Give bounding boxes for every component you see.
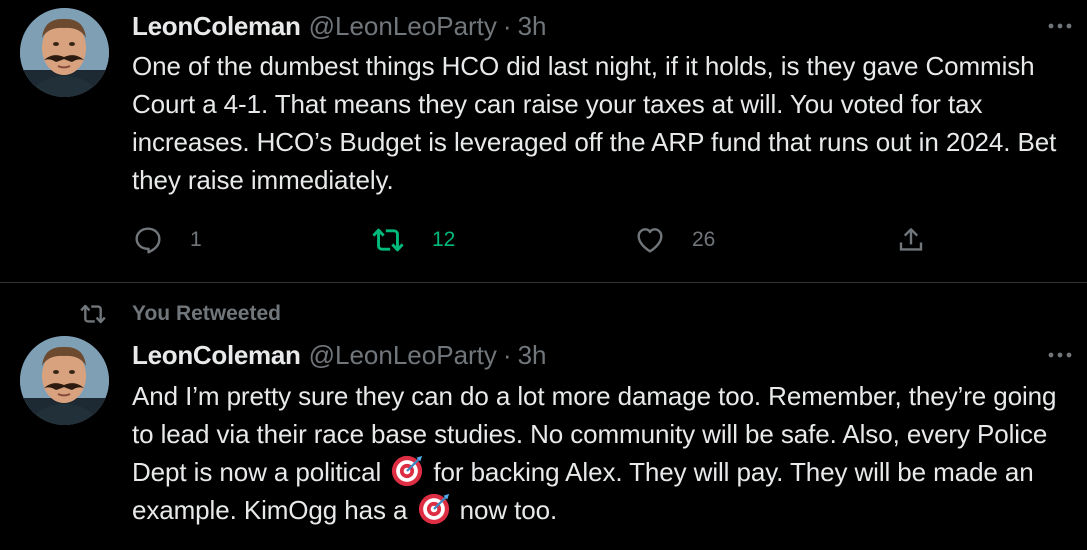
share-button[interactable]: [896, 220, 952, 260]
avatar[interactable]: [20, 336, 109, 425]
tweet-header: LeonColeman @LeonLeoParty · 3h: [132, 340, 547, 370]
tweet-time[interactable]: 3h: [518, 11, 547, 42]
tweet-header: LeonColeman @LeonLeoParty · 3h: [132, 11, 547, 41]
like-button[interactable]: 26: [634, 220, 715, 260]
like-count: 26: [692, 228, 716, 251]
tweet-1[interactable]: LeonColeman @LeonLeoParty · 3h One of th…: [0, 0, 1087, 282]
reply-count: 1: [190, 228, 202, 251]
retweet-banner: You Retweeted: [78, 299, 281, 329]
tweet-text: One of the dumbest things HCO did last n…: [132, 51, 1057, 195]
tweet-text: And I’m pretty sure they can do a lot mo…: [132, 377, 1072, 529]
tweet-actions: 1 12 26: [132, 220, 932, 260]
direct-hit-emoji: [392, 455, 423, 487]
reply-button[interactable]: 1: [132, 220, 202, 260]
tweet-time[interactable]: 3h: [518, 340, 547, 371]
avatar[interactable]: [20, 8, 109, 97]
author-name[interactable]: LeonColeman: [132, 340, 301, 371]
share-icon: [899, 228, 923, 251]
retweet-count: 12: [432, 228, 456, 251]
reply-icon: [135, 227, 161, 254]
separator: ·: [502, 10, 512, 41]
retweet-icon: [372, 228, 404, 252]
like-icon: [637, 228, 663, 253]
tweet-text-part-3: now too.: [452, 495, 558, 525]
author-handle[interactable]: @LeonLeoParty: [309, 11, 497, 42]
retweet-banner-label: You Retweeted: [132, 302, 281, 325]
tweet-2[interactable]: You Retweeted LeonColeman @LeonLeoParty …: [0, 283, 1087, 550]
author-handle[interactable]: @LeonLeoParty: [309, 340, 497, 371]
more-icon[interactable]: [1045, 345, 1075, 365]
more-icon[interactable]: [1045, 16, 1075, 36]
separator: ·: [502, 339, 512, 370]
direct-hit-emoji: [418, 493, 449, 525]
retweet-button[interactable]: 12: [370, 220, 455, 260]
retweet-icon: [80, 304, 106, 324]
author-name[interactable]: LeonColeman: [132, 11, 301, 42]
